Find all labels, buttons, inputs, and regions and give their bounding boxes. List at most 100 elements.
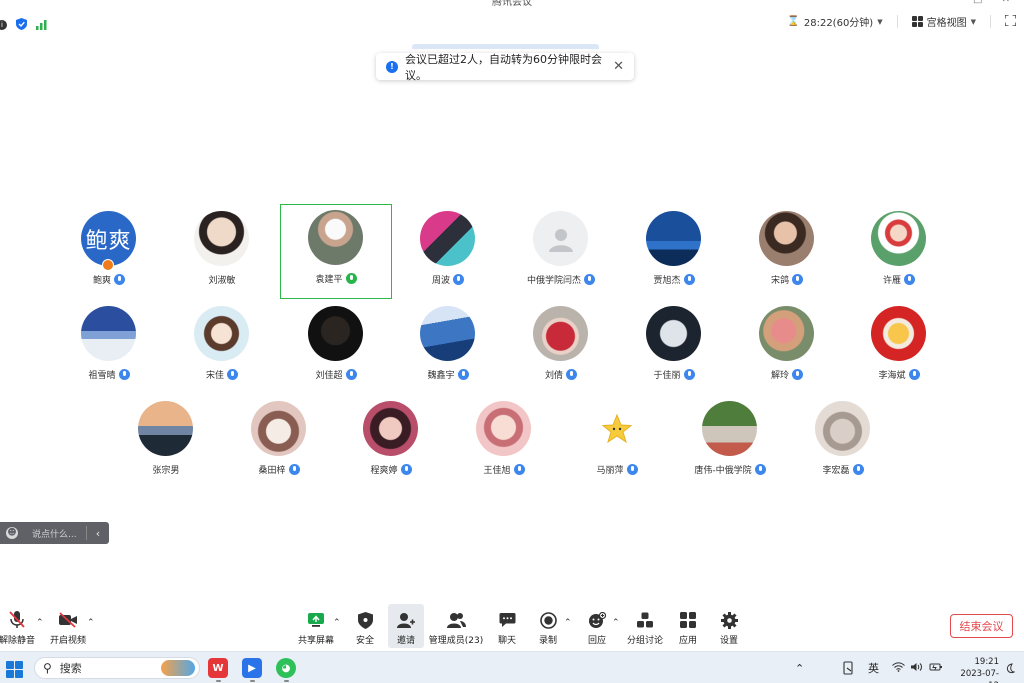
participant-tile[interactable]: 魏鑫宇 <box>392 300 504 395</box>
chat-placeholder[interactable]: 说点什么... <box>32 527 77 540</box>
network-signal-icon[interactable] <box>36 15 47 34</box>
mic-icon <box>114 274 125 285</box>
wifi-icon <box>892 661 905 675</box>
participant-tile[interactable]: 中俄学院闫杰 <box>505 205 617 300</box>
collapse-chevron-icon[interactable]: ‹ <box>87 527 109 540</box>
mic-icon <box>683 369 695 380</box>
mic-muted-icon <box>6 609 28 631</box>
mic-icon <box>584 274 595 285</box>
windows-start-icon[interactable] <box>6 661 23 678</box>
settings-button[interactable]: 设置 <box>715 604 743 648</box>
record-button[interactable]: 录制 <box>533 604 563 648</box>
manage-members-label: 管理成员(23) <box>428 636 484 646</box>
chevron-down-icon: ▼ <box>970 17 976 26</box>
notice-text: 会议已超过2人，自动转为60分钟限时会议。 <box>405 52 602 82</box>
participant-tile[interactable]: 鲍爽 鲍爽 <box>53 205 165 300</box>
tray-status-icons[interactable] <box>892 652 943 683</box>
tray-overflow-chevron-icon[interactable]: ⌃ <box>795 652 804 683</box>
do-not-disturb-icon[interactable] <box>1005 652 1015 683</box>
view-label: 宫格视图 <box>926 18 967 29</box>
avatar: 鲍爽 <box>81 211 136 266</box>
participant-tile[interactable]: 贾旭杰 <box>618 205 730 300</box>
invite-button[interactable]: 邀请 <box>388 604 424 648</box>
participant-tile[interactable]: 周波 <box>392 205 504 300</box>
chevron-up-icon[interactable]: ⌃ <box>564 618 572 628</box>
share-screen-button[interactable]: 共享屏幕 <box>297 604 335 648</box>
participant-name: 桑田梓 <box>258 466 286 476</box>
react-button[interactable]: 回应 <box>582 604 612 648</box>
participant-tile[interactable]: 李宏磊 <box>787 395 899 490</box>
chat-button[interactable]: 聊天 <box>492 604 522 648</box>
emoji-icon[interactable]: ☻ <box>6 527 18 539</box>
meeting-info-icon[interactable]: i <box>0 19 7 30</box>
mic-icon <box>227 369 238 380</box>
ime-status-icon[interactable] <box>843 652 855 683</box>
mic-speaking-icon <box>345 273 357 284</box>
chat-input-bar[interactable]: ☻ 说点什么... ‹ <box>0 522 109 544</box>
participant-tile[interactable]: 于佳丽 <box>618 300 730 395</box>
participant-name: 李宏磊 <box>822 466 850 476</box>
avatar <box>251 401 306 456</box>
participant-name: 刘淑敏 <box>208 276 236 286</box>
participant-tile-speaking[interactable]: 袁建平 <box>280 204 392 299</box>
participant-tile[interactable]: 刘倩 <box>505 300 617 395</box>
apps-button[interactable]: 应用 <box>674 604 702 648</box>
system-clock[interactable]: 19:21 2023-07-12 <box>952 656 999 683</box>
time-limit-notice: ! 会议已超过2人，自动转为60分钟限时会议。 ✕ <box>376 52 634 82</box>
avatar <box>420 211 475 266</box>
tencent-meeting-app-icon[interactable]: ▶ <box>242 658 262 678</box>
participant-name: 程爽婷 <box>370 466 398 476</box>
taskbar-search[interactable]: ⚲ 搜索 <box>34 657 200 679</box>
participant-tile[interactable]: 桑田梓 <box>223 395 335 490</box>
participant-tile[interactable]: 祖雪晴 <box>53 300 165 395</box>
breakout-button[interactable]: 分组讨论 <box>626 604 664 648</box>
view-switch[interactable]: 宫格视图 ▼ <box>911 14 976 29</box>
app-running-indicator <box>284 680 289 682</box>
chevron-up-icon[interactable]: ⌃ <box>612 618 620 628</box>
participant-name: 宋佳 <box>205 371 224 381</box>
participant-tile[interactable]: 解玲 <box>731 300 843 395</box>
battery-icon <box>929 662 943 675</box>
unmute-label: 解除静音 <box>0 636 36 646</box>
add-user-icon <box>395 609 417 631</box>
shield-icon[interactable] <box>16 15 27 34</box>
participant-tile[interactable]: 唐伟-中俄学院 <box>674 395 786 490</box>
chevron-up-icon[interactable]: ⌃ <box>333 618 341 628</box>
breakout-label: 分组讨论 <box>626 636 663 646</box>
participant-tile[interactable]: 许雁 <box>843 205 955 300</box>
participant-tile[interactable]: 宋佳 <box>166 300 278 395</box>
end-meeting-button[interactable]: 结束会议 <box>950 614 1013 638</box>
close-icon[interactable]: ✕ <box>613 59 624 74</box>
participant-tile[interactable]: 刘淑敏 <box>166 205 278 300</box>
participant-tile[interactable]: 宋鸽 <box>731 205 843 300</box>
wps-app-icon[interactable]: W <box>208 658 228 678</box>
avatar <box>646 306 701 361</box>
mic-icon <box>683 274 695 285</box>
start-video-button[interactable]: 开启视频 <box>50 604 86 648</box>
participant-tile[interactable]: 王佳旭 <box>448 395 560 490</box>
volume-icon <box>911 662 923 675</box>
participant-name: 宋鸽 <box>770 276 789 286</box>
avatar <box>476 401 531 456</box>
participant-tile[interactable]: 程爽婷 <box>335 395 447 490</box>
fullscreen-icon[interactable] <box>1004 13 1017 29</box>
mic-icon <box>908 369 920 380</box>
chevron-up-icon[interactable]: ⌃ <box>87 618 95 628</box>
chevron-up-icon[interactable]: ⌃ <box>36 618 44 628</box>
participant-name: 周波 <box>431 276 450 286</box>
ime-language[interactable]: 英 <box>868 652 879 683</box>
window-controls[interactable]: □ ✕ <box>973 0 1018 5</box>
unmute-button[interactable]: 解除静音 <box>0 604 36 648</box>
avatar <box>533 306 588 361</box>
wechat-app-icon[interactable]: ◕ <box>276 658 296 678</box>
security-button[interactable]: 安全 <box>350 604 380 648</box>
app-running-indicator <box>250 680 255 682</box>
participant-tile[interactable]: 马丽萍 <box>561 395 673 490</box>
participant-tile[interactable]: 张宗男 <box>110 395 222 490</box>
participant-tile[interactable]: 刘佳超 <box>280 300 392 395</box>
manage-members-button[interactable]: 管理成员(23) <box>428 604 484 648</box>
participant-tile[interactable]: 李海斌 <box>843 300 955 395</box>
apps-label: 应用 <box>678 636 697 646</box>
meeting-timer[interactable]: ⌛ 28:22(60分钟) ▼ <box>787 14 882 29</box>
mic-icon <box>453 274 464 285</box>
